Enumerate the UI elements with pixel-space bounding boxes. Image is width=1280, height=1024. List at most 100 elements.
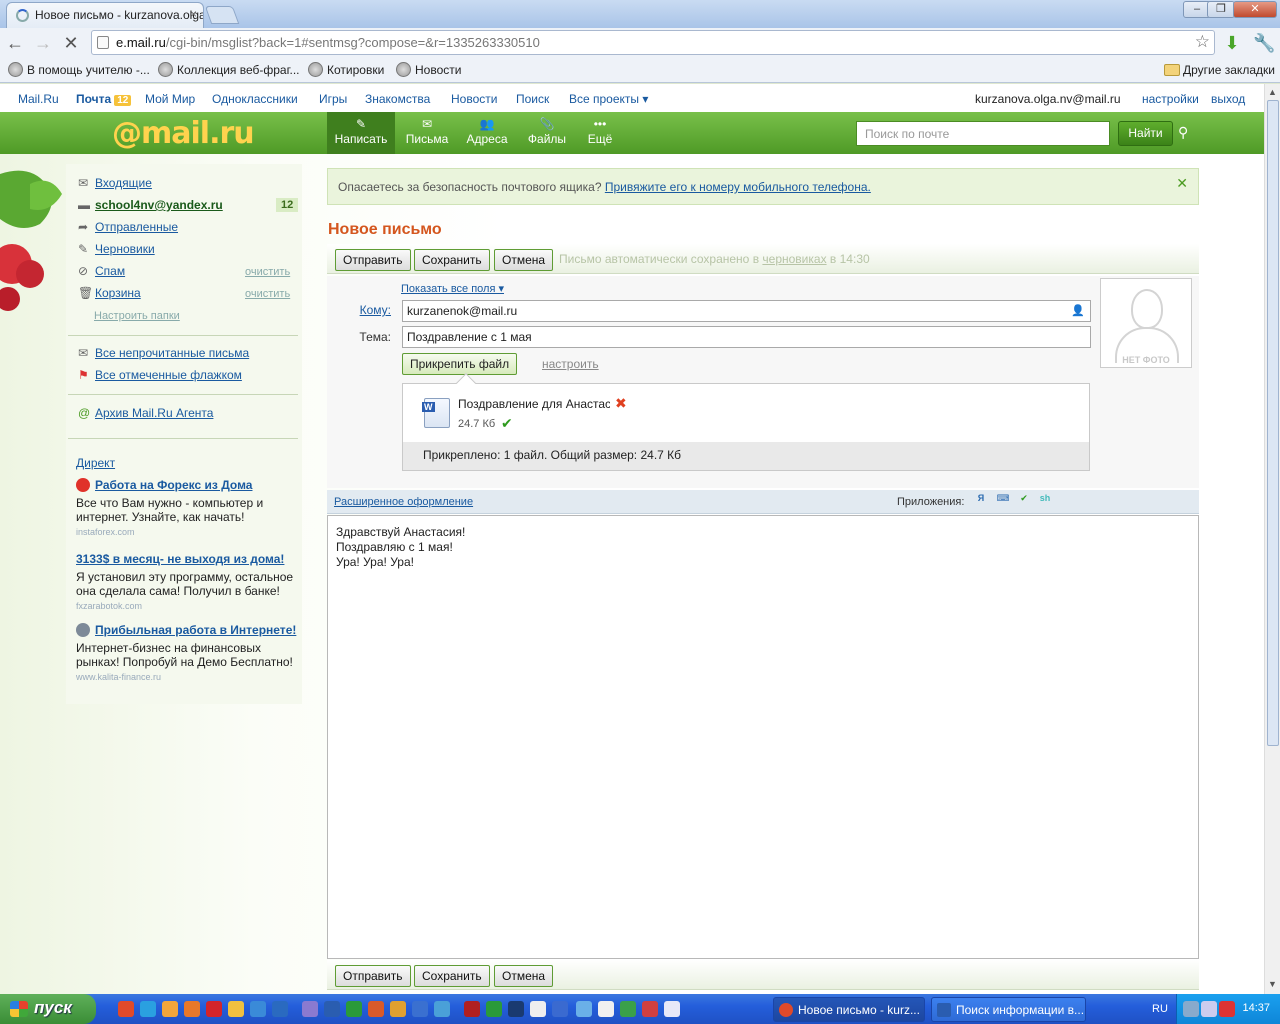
app-quicklaunch-icon[interactable]	[664, 1001, 680, 1017]
search-button[interactable]: Найти	[1118, 121, 1173, 146]
browser-tab-active[interactable]: Новое письмо - kurzanova.olga ×	[6, 2, 204, 28]
folder-inbox[interactable]: ✉ Входящие	[78, 176, 152, 190]
show-all-fields-link[interactable]: Показать все поля ▾	[401, 282, 504, 295]
attach-setup-link[interactable]: настроить	[542, 357, 599, 371]
chrome-quicklaunch-icon[interactable]	[118, 1001, 134, 1017]
scroll-thumb[interactable]	[1267, 100, 1279, 746]
translit-sh-icon[interactable]: sh	[1036, 493, 1054, 510]
to-label[interactable]: Кому:	[331, 303, 391, 317]
bookmark-item[interactable]: В помощь учителю -...	[8, 62, 150, 77]
direct-ads-link[interactable]: Директ	[76, 456, 115, 470]
portal-link-all-projects[interactable]: Все проекты ▾	[569, 92, 648, 106]
add-contact-icon[interactable]: 👤	[1071, 304, 1085, 317]
ie-quicklaunch-icon[interactable]	[272, 1001, 288, 1017]
save-button[interactable]: Сохранить	[414, 249, 490, 271]
bind-phone-link[interactable]: Привяжите его к номеру мобильного телефо…	[605, 180, 871, 194]
taskbar-task-chrome[interactable]: Новое письмо - kurz...	[773, 997, 925, 1022]
new-tab-button[interactable]	[204, 6, 240, 24]
app-quicklaunch-icon[interactable]	[302, 1001, 318, 1017]
bookmark-item[interactable]: Коллекция веб-фраг...	[158, 62, 300, 77]
send-button[interactable]: Отправить	[335, 249, 411, 271]
close-icon[interactable]: ✕	[1176, 175, 1188, 192]
mailru-logo[interactable]: @mail.ru	[112, 116, 255, 151]
opera-quicklaunch-icon[interactable]	[206, 1001, 222, 1017]
mail-search-input[interactable]: Поиск по почте	[856, 121, 1110, 146]
scroll-up-icon[interactable]: ▲	[1268, 87, 1277, 97]
portal-link-mailru[interactable]: Mail.Ru	[18, 92, 59, 106]
folder-spam[interactable]: ⊘ Спам	[78, 264, 125, 278]
keyboard-icon[interactable]: ⌨	[994, 493, 1012, 510]
attach-file-button[interactable]: Прикрепить файл	[402, 353, 518, 375]
ad-item[interactable]: 3133$ в месяц- не выходя из дома! Я уста…	[76, 552, 300, 613]
app-quicklaunch-icon[interactable]	[620, 1001, 636, 1017]
folder-drafts[interactable]: ✎ Черновики	[78, 242, 155, 256]
ad-item[interactable]: Работа на Форекс из Дома Все что Вам нуж…	[76, 478, 300, 539]
skype-quicklaunch-icon[interactable]	[140, 1001, 156, 1017]
clean-spam-link[interactable]: очистить	[245, 266, 290, 278]
bookmark-item[interactable]: Котировки	[308, 62, 384, 77]
download-icon[interactable]: ⬇	[1221, 32, 1243, 54]
excel-quicklaunch-icon[interactable]	[346, 1001, 362, 1017]
forward-arrow-icon[interactable]: →	[32, 32, 54, 54]
logout-link[interactable]: выход	[1211, 92, 1245, 106]
portal-link-ok[interactable]: Одноклассники	[212, 92, 298, 106]
tray-icon[interactable]	[1183, 1001, 1199, 1017]
portal-link-games[interactable]: Игры	[319, 92, 347, 106]
antivirus-icon[interactable]	[1219, 1001, 1235, 1017]
cancel-button[interactable]: Отмена	[494, 249, 554, 271]
clean-trash-link[interactable]: очистить	[245, 288, 290, 300]
close-window-button[interactable]: ✕	[1233, 1, 1277, 18]
bookmark-star-icon[interactable]: ☆	[1195, 32, 1210, 52]
folder-yandex[interactable]: ▬ school4nv@yandex.ru	[78, 198, 223, 212]
write-button[interactable]: ✎ Написать	[327, 112, 395, 154]
translit-icon[interactable]: Я	[972, 493, 990, 510]
taskbar-task-word[interactable]: Поиск информации в...	[931, 997, 1086, 1022]
agent-archive-link[interactable]: @ Архив Mail.Ru Агента	[78, 406, 213, 420]
maximize-button[interactable]: ❐	[1207, 1, 1235, 18]
media-quicklaunch-icon[interactable]	[598, 1001, 614, 1017]
other-bookmarks[interactable]: Другие закладки	[1164, 63, 1275, 77]
app-quicklaunch-icon[interactable]	[434, 1001, 450, 1017]
filter-unread[interactable]: ✉ Все непрочитанные письма	[78, 346, 249, 360]
app-quicklaunch-icon[interactable]	[576, 1001, 592, 1017]
app-quicklaunch-icon[interactable]	[530, 1001, 546, 1017]
language-indicator[interactable]: RU	[1152, 1003, 1168, 1015]
bookmark-item[interactable]: Новости	[396, 62, 461, 77]
spellcheck-icon[interactable]: ✔	[1015, 493, 1033, 510]
flash-quicklaunch-icon[interactable]	[464, 1001, 480, 1017]
settings-link[interactable]: настройки	[1142, 92, 1199, 106]
address-bar[interactable]: e.mail.ru/cgi-bin/msglist?back=1#sentmsg…	[91, 30, 1215, 55]
rich-format-link[interactable]: Расширенное оформление	[334, 496, 473, 508]
letters-button[interactable]: ✉ Письма	[395, 112, 459, 154]
page-scrollbar[interactable]: ▲ ▼	[1264, 84, 1280, 994]
app-quicklaunch-icon[interactable]	[412, 1001, 428, 1017]
message-body-editor[interactable]: Здравствуй Анастасия! Поздравляю с 1 мая…	[327, 515, 1199, 959]
filter-flagged[interactable]: ⚑ Все отмеченные флажком	[78, 368, 242, 382]
portal-link-dating[interactable]: Знакомства	[365, 92, 430, 106]
setup-folders-link[interactable]: Настроить папки	[94, 310, 180, 322]
subject-field[interactable]: Поздравление с 1 мая	[402, 326, 1091, 348]
firefox-quicklaunch-icon[interactable]	[184, 1001, 200, 1017]
cancel-button[interactable]: Отмена	[494, 965, 554, 987]
publisher-quicklaunch-icon[interactable]	[390, 1001, 406, 1017]
start-button[interactable]: пуск	[0, 994, 96, 1024]
advanced-search-icon[interactable]: ⚲	[1178, 124, 1188, 141]
portal-link-mail[interactable]: Почта 12	[76, 92, 132, 106]
folder-trash[interactable]: 🗑 Корзина	[78, 286, 141, 300]
stop-icon[interactable]: ✕	[60, 32, 82, 54]
remove-attachment-icon[interactable]: ✖	[615, 395, 627, 412]
photoshop-quicklaunch-icon[interactable]	[508, 1001, 524, 1017]
back-arrow-icon[interactable]: ←	[4, 32, 26, 54]
save-button[interactable]: Сохранить	[414, 965, 490, 987]
app-quicklaunch-icon[interactable]	[642, 1001, 658, 1017]
to-field[interactable]: kurzanenok@mail.ru 👤	[402, 300, 1091, 322]
network-icon[interactable]	[1201, 1001, 1217, 1017]
folder-sent[interactable]: ➦ Отправленные	[78, 220, 178, 234]
powerpoint-quicklaunch-icon[interactable]	[368, 1001, 384, 1017]
folder-quicklaunch-icon[interactable]	[228, 1001, 244, 1017]
ad-item[interactable]: Прибыльная работа в Интернете! Интернет-…	[76, 623, 300, 684]
word-quicklaunch-icon[interactable]	[324, 1001, 340, 1017]
app-quicklaunch-icon[interactable]	[486, 1001, 502, 1017]
mail-agent-quicklaunch-icon[interactable]	[162, 1001, 178, 1017]
more-button[interactable]: ••• Ещё	[568, 112, 632, 154]
